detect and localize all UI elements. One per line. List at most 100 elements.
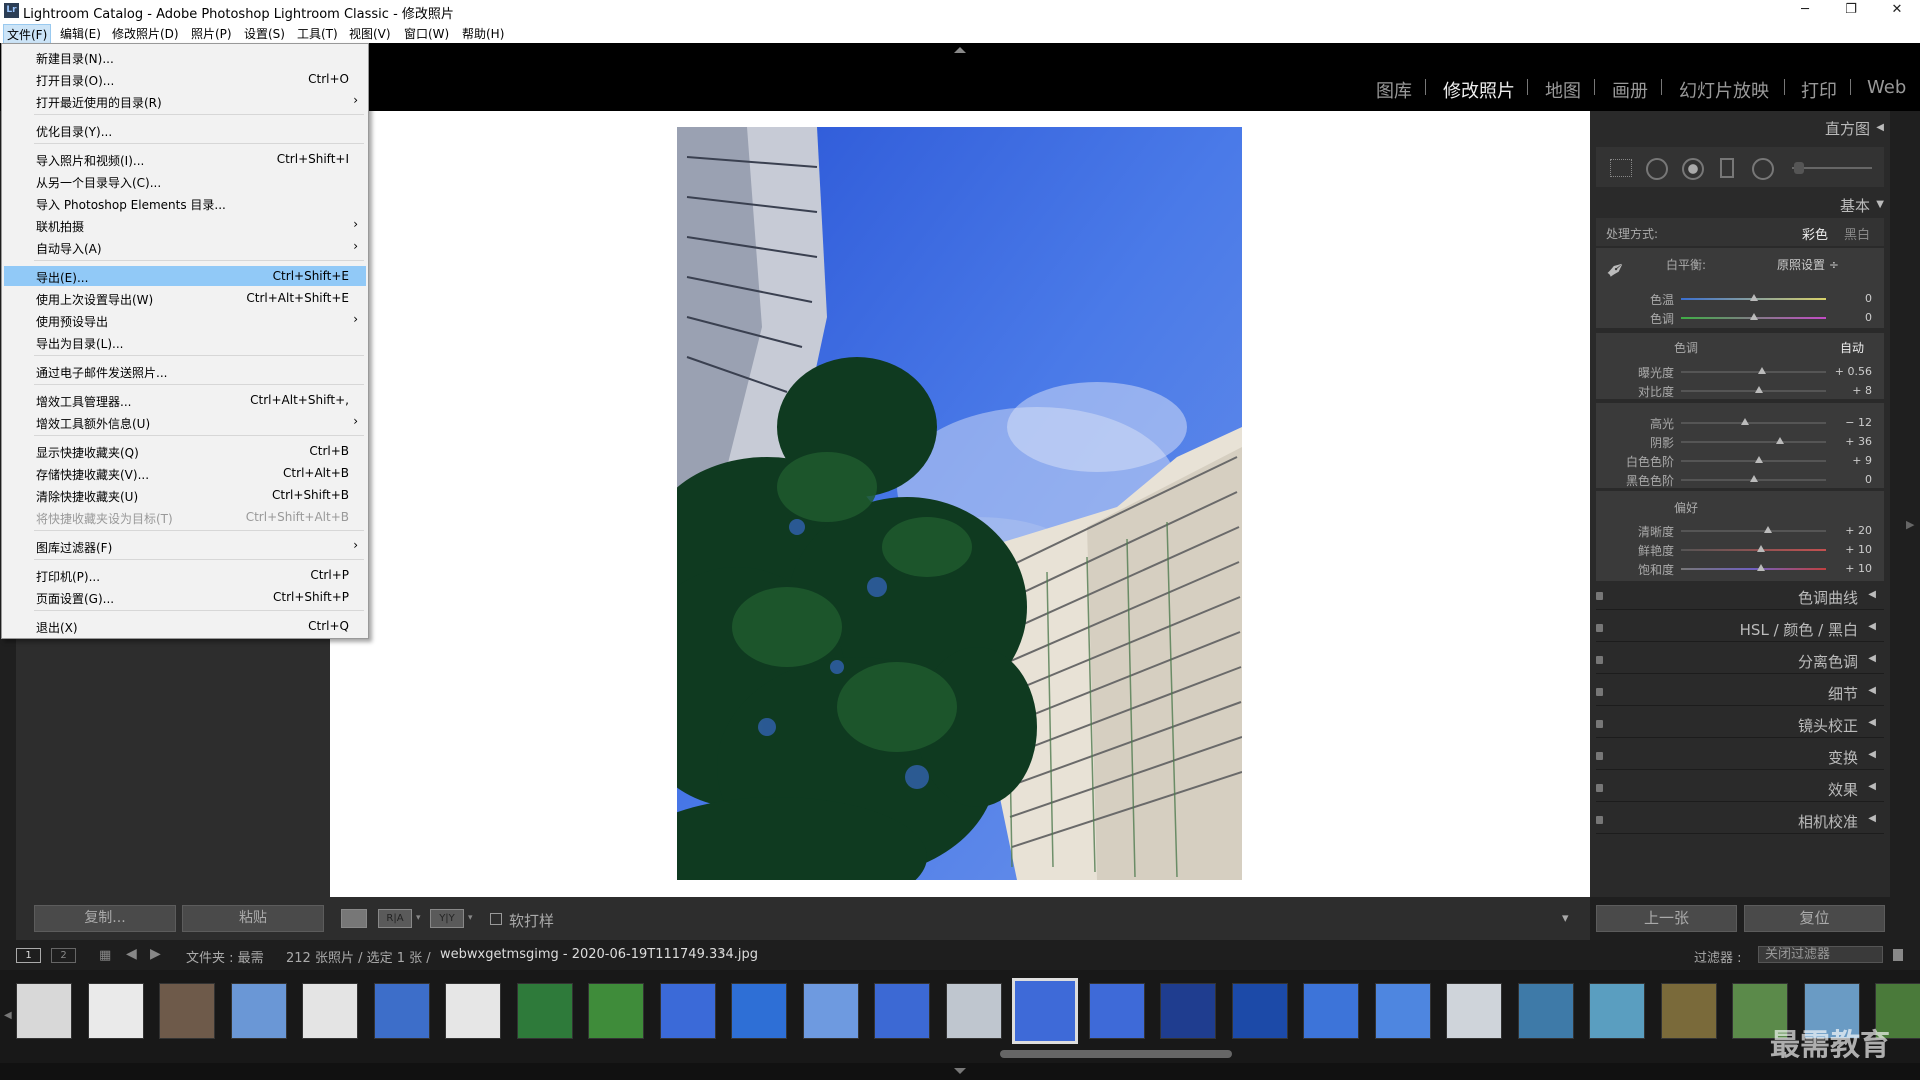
paste-settings-button[interactable]: 粘贴: [182, 905, 324, 932]
filmstrip-thumbnail[interactable]: [588, 983, 644, 1039]
file-menu-item[interactable]: 增效工具管理器... Ctrl+Alt+Shift+,: [4, 390, 366, 410]
basic-collapse-icon[interactable]: ▼: [1876, 199, 1884, 210]
collapse-top-icon[interactable]: [954, 47, 966, 53]
menu-settings[interactable]: 设置(S): [241, 24, 288, 43]
filmstrip-scroll-left-icon[interactable]: ◀: [4, 1010, 12, 1021]
module-book[interactable]: 画册: [1612, 77, 1648, 103]
file-menu-item[interactable]: 导入 Photoshop Elements 目录...: [4, 193, 366, 213]
file-menu-item[interactable]: 自动导入(A) ›: [4, 237, 366, 257]
panel-expand-icon[interactable]: ◀: [1868, 685, 1876, 696]
filter-lock-icon[interactable]: [1893, 949, 1903, 961]
file-menu-item[interactable]: 导出为目录(L)...: [4, 332, 366, 352]
file-menu-item[interactable]: 增效工具额外信息(U) ›: [4, 412, 366, 432]
filmstrip-thumbnail[interactable]: [1303, 983, 1359, 1039]
menu-view[interactable]: 视图(V): [346, 24, 394, 43]
file-menu-item[interactable]: 清除快捷收藏夹(U) Ctrl+Shift+B: [4, 485, 366, 505]
filmstrip-thumbnail[interactable]: [445, 983, 501, 1039]
slider-thumb[interactable]: [1740, 418, 1749, 425]
panel-expand-icon[interactable]: ◀: [1868, 813, 1876, 824]
grid-view-icon[interactable]: ▦: [99, 948, 111, 963]
file-menu-item[interactable]: 显示快捷收藏夹(Q) Ctrl+B: [4, 441, 366, 461]
slider-value[interactable]: 0: [1832, 473, 1872, 486]
current-filename[interactable]: webwxgetmsgimg - 2020-06-19T111749.334.j…: [440, 947, 758, 962]
slider-value[interactable]: + 10: [1832, 543, 1872, 556]
minimize-button[interactable]: ─: [1782, 0, 1828, 22]
menu-file[interactable]: 文件(F): [3, 24, 52, 45]
filmstrip-thumbnail[interactable]: [1231, 983, 1288, 1039]
menu-develop[interactable]: 修改照片(D): [109, 24, 182, 43]
copy-settings-button[interactable]: 复制...: [34, 905, 176, 932]
forward-arrow-icon[interactable]: ▶: [150, 946, 161, 962]
filename-dropdown-icon[interactable]: ▾: [720, 948, 725, 958]
before-after-lr-button[interactable]: R|A: [378, 909, 412, 928]
toolbar-content-dropdown-icon[interactable]: ▾: [1562, 911, 1569, 926]
slider-thumb[interactable]: [1758, 367, 1767, 374]
file-menu-item[interactable]: 打开最近使用的目录(R) ›: [4, 91, 366, 111]
filmstrip-thumbnail[interactable]: [16, 983, 72, 1039]
filmstrip-thumbnail[interactable]: [230, 983, 287, 1039]
slider-value[interactable]: + 10: [1832, 562, 1872, 575]
slider-thumb[interactable]: [1756, 564, 1765, 571]
file-menu-item[interactable]: 图库过滤器(F) ›: [4, 536, 366, 556]
filmstrip-thumbnail[interactable]: [87, 983, 144, 1039]
file-menu-item[interactable]: 存储快捷收藏夹(V)... Ctrl+Alt+B: [4, 463, 366, 483]
panel-switch-icon[interactable]: [1596, 688, 1603, 696]
filmstrip-source[interactable]: 文件夹 : 最需: [186, 947, 264, 966]
filmstrip-thumbnail[interactable]: [731, 983, 787, 1039]
file-menu-item[interactable]: 打印机(P)... Ctrl+P: [4, 565, 366, 585]
treatment-color-option[interactable]: 彩色: [1802, 224, 1828, 243]
filmstrip-thumbnail[interactable]: [1374, 983, 1431, 1039]
file-menu-item[interactable]: 使用上次设置导出(W) Ctrl+Alt+Shift+E: [4, 288, 366, 308]
file-menu-item[interactable]: 退出(X) Ctrl+Q: [4, 616, 366, 636]
adjustment-brush-icon[interactable]: [1794, 162, 1804, 174]
slider-thumb[interactable]: [1749, 313, 1758, 320]
file-menu-item[interactable]: 使用预设导出 ›: [4, 310, 366, 330]
slider-thumb[interactable]: [1755, 456, 1764, 463]
histogram-collapse-icon[interactable]: ◀: [1876, 122, 1884, 133]
filmstrip-thumbnail[interactable]: [1660, 983, 1717, 1039]
slider-value[interactable]: + 9: [1832, 454, 1872, 467]
slider-track[interactable]: [1681, 460, 1826, 462]
maximize-button[interactable]: ❐: [1828, 0, 1874, 22]
filmstrip-thumbnail[interactable]: [1012, 978, 1078, 1044]
reset-button[interactable]: 复位: [1744, 905, 1885, 932]
file-menu-item[interactable]: 导入照片和视频(I)... Ctrl+Shift+I: [4, 149, 366, 169]
back-arrow-icon[interactable]: ◀: [126, 946, 137, 962]
module-library[interactable]: 图库: [1376, 77, 1412, 103]
panel-switch-icon[interactable]: [1596, 592, 1603, 600]
before-after-dropdown-icon[interactable]: ▾: [416, 913, 421, 923]
slider-thumb[interactable]: [1749, 294, 1758, 301]
slider-track[interactable]: [1681, 549, 1826, 551]
secondary-window-button[interactable]: 2: [51, 948, 76, 963]
slider-thumb[interactable]: [1755, 386, 1764, 393]
filmstrip-thumbnail[interactable]: [159, 983, 215, 1039]
filter-dropdown[interactable]: 关闭过滤器: [1758, 946, 1883, 963]
graduated-filter-icon[interactable]: [1720, 158, 1734, 178]
menu-tools[interactable]: 工具(T): [294, 24, 341, 43]
file-menu-item[interactable]: 优化目录(Y)...: [4, 120, 366, 140]
wb-eyedropper-icon[interactable]: ✒: [1599, 253, 1632, 287]
filmstrip-thumbnail[interactable]: [1088, 983, 1145, 1039]
file-menu-item[interactable]: 从另一个目录导入(C)...: [4, 171, 366, 191]
filmstrip-thumbnail[interactable]: [1446, 983, 1502, 1039]
basic-panel-title[interactable]: 基本: [1840, 195, 1870, 216]
panel-expand-icon[interactable]: ◀: [1868, 653, 1876, 664]
panel-camera-calibration[interactable]: 相机校准 ◀: [1596, 806, 1884, 834]
filmstrip-thumbnail[interactable]: [1517, 983, 1574, 1039]
panel-tone-curve[interactable]: 色调曲线 ◀: [1596, 582, 1884, 610]
slider-thumb[interactable]: [1775, 437, 1784, 444]
module-web[interactable]: Web: [1867, 77, 1906, 98]
panel-detail[interactable]: 细节 ◀: [1596, 678, 1884, 706]
softproof-checkbox[interactable]: [490, 913, 502, 925]
slider-value[interactable]: + 36: [1832, 435, 1872, 448]
loupe-view-icon[interactable]: [341, 909, 367, 928]
menu-help[interactable]: 帮助(H): [459, 24, 507, 43]
red-eye-icon[interactable]: [1682, 158, 1704, 180]
panel-expand-icon[interactable]: ◀: [1868, 589, 1876, 600]
slider-track[interactable]: [1681, 371, 1826, 373]
menu-window[interactable]: 窗口(W): [401, 24, 452, 43]
treatment-bw-option[interactable]: 黑白: [1844, 224, 1870, 243]
panel-switch-icon[interactable]: [1596, 656, 1603, 664]
primary-window-button[interactable]: 1: [16, 948, 41, 963]
menu-photo[interactable]: 照片(P): [188, 24, 235, 43]
